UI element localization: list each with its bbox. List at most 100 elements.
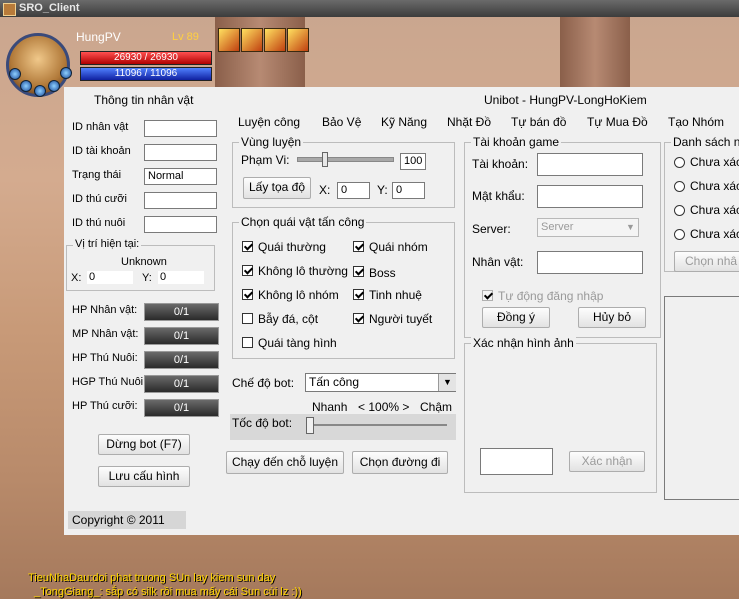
unibot-panel: Thông tin nhân vật Unibot - HungPV-LongH… (64, 87, 739, 535)
menu-orb-icon[interactable] (20, 80, 32, 92)
giant-party-checkbox[interactable] (242, 289, 253, 300)
menu-item-auto-sell[interactable]: Tự bán đồ (511, 115, 566, 129)
list-option: Chưa xác (690, 203, 739, 217)
trap-label: Bẫy đá, cột (258, 312, 319, 326)
range-slider[interactable] (297, 152, 394, 167)
list-option: Chưa xác (690, 227, 739, 241)
app-icon (3, 3, 16, 16)
speed-label: Tốc độ bot: (232, 416, 293, 430)
list-radio[interactable] (674, 181, 685, 192)
buff-icon[interactable] (241, 28, 263, 52)
password-label: Mật khẩu: (472, 189, 525, 203)
range-value-field[interactable]: 100 (400, 153, 426, 170)
captcha-group: Xác nhận hình ảnh Xác nhận (464, 336, 657, 493)
speed-slider-thumb[interactable] (306, 417, 314, 434)
elite-checkbox[interactable] (353, 289, 364, 300)
hp-pet-label: HP Thú Nuôi: (72, 352, 138, 364)
hgp-pet-bar: 0/1 (144, 375, 219, 393)
chevron-down-icon[interactable]: ▼ (438, 374, 456, 391)
menu-item-protection[interactable]: Bảo Vệ (322, 115, 361, 129)
giant-party-label: Không lô nhóm (258, 288, 339, 302)
menu-orb-icon[interactable] (48, 80, 60, 92)
zone-x-field[interactable]: 0 (337, 182, 370, 199)
left-panel-title: Thông tin nhân vật (94, 93, 194, 107)
list-panel-box (664, 296, 739, 500)
login-ok-button[interactable]: Đồng ý (482, 307, 550, 328)
zone-caption: Vùng luyện (239, 135, 304, 149)
menu-orb-icon[interactable] (9, 68, 21, 80)
snowman-label: Người tuyết (369, 312, 433, 326)
position-group: Vị trí hiện tại: Unknown X: 0 Y: 0 (66, 238, 215, 291)
speed-slider[interactable] (306, 417, 447, 434)
save-config-button[interactable]: Lưu cấu hình (98, 466, 190, 487)
go-training-spot-button[interactable]: Chạy đến chỗ luyện (226, 451, 344, 474)
auto-login-label: Tự động đăng nhập (498, 289, 604, 303)
login-cancel-button[interactable]: Hủy bỏ (578, 307, 646, 328)
choose-character-button[interactable]: Chọn nhâ (674, 251, 739, 272)
trap-checkbox[interactable] (242, 313, 253, 324)
account-id-field[interactable] (144, 144, 217, 161)
monster-normal-label: Quái thường (258, 240, 326, 254)
pet-id-field[interactable] (144, 216, 217, 233)
info-label-status: Trạng thái (72, 169, 122, 181)
buff-icon[interactable] (287, 28, 309, 52)
boss-checkbox[interactable] (353, 266, 364, 277)
captcha-caption: Xác nhận hình ảnh (471, 336, 576, 350)
buff-icon[interactable] (264, 28, 286, 52)
info-label-mount-id: ID thú cưỡi (72, 193, 127, 205)
character-name: HungPV (76, 30, 121, 44)
status-field[interactable]: Normal (144, 168, 217, 185)
menu-item-party[interactable]: Tạo Nhóm (668, 115, 724, 129)
zone-x-label: X: (319, 183, 331, 197)
chevron-down-icon[interactable]: ▼ (623, 219, 638, 236)
mp-bar: 11096 / 11096 (80, 67, 212, 81)
range-slider-thumb[interactable] (322, 152, 328, 167)
menu-item-auto-buy[interactable]: Tự Mua Đồ (587, 115, 648, 129)
menu-orb-icon[interactable] (34, 85, 46, 97)
stop-bot-button[interactable]: Dừng bot (F7) (98, 434, 190, 455)
list-option: Chưa xác (690, 155, 739, 169)
choose-path-button[interactable]: Chọn đường đi (352, 451, 448, 474)
position-map: Unknown (121, 256, 167, 268)
snowman-checkbox[interactable] (353, 313, 364, 324)
zone-y-field[interactable]: 0 (392, 182, 425, 199)
character-level: Lv 89 (172, 31, 199, 43)
server-label: Server: (472, 222, 511, 236)
list-radio[interactable] (674, 157, 685, 168)
list-radio[interactable] (674, 205, 685, 216)
main-title: Unibot - HungPV-LongHoKiem (484, 93, 647, 107)
hp-bar: 26930 / 26930 (80, 51, 212, 65)
menu-orb-icon[interactable] (60, 67, 72, 79)
auto-login-checkbox[interactable] (482, 290, 493, 301)
captcha-confirm-button[interactable]: Xác nhận (569, 451, 645, 472)
position-y-value: 0 (158, 271, 204, 284)
password-field[interactable] (537, 185, 643, 208)
menu-item-training[interactable]: Luyện công (238, 115, 300, 129)
info-label-account-id: ID tài khoản (72, 145, 131, 157)
giant-normal-checkbox[interactable] (242, 265, 253, 276)
captcha-input[interactable] (480, 448, 553, 475)
char-id-field[interactable] (144, 120, 217, 137)
position-x-value: 0 (87, 271, 133, 284)
invisible-label: Quái tàng hình (258, 336, 337, 350)
buff-icon[interactable] (218, 28, 240, 52)
boss-label: Boss (369, 266, 396, 280)
list-radio[interactable] (674, 229, 685, 240)
bot-mode-select[interactable]: Tấn công (305, 373, 456, 392)
menu-item-pickup[interactable]: Nhặt Đồ (447, 115, 491, 129)
info-label-char-id: ID nhân vật (72, 121, 129, 133)
position-y-label: Y: (142, 272, 152, 284)
speed-percent: < 100% > (358, 400, 410, 414)
account-field[interactable] (537, 153, 643, 176)
monster-normal-checkbox[interactable] (242, 241, 253, 252)
monster-party-checkbox[interactable] (353, 241, 364, 252)
chat-message: _TongGiang_: sắp có silk rồi mua mấy cái… (34, 586, 302, 598)
mount-id-field[interactable] (144, 192, 217, 209)
invisible-checkbox[interactable] (242, 337, 253, 348)
character-field[interactable] (537, 251, 643, 274)
speed-slow-label: Chậm (420, 400, 453, 414)
menu-item-skills[interactable]: Kỹ Năng (381, 115, 427, 129)
window-titlebar[interactable]: SRO_Client (0, 0, 739, 17)
get-coords-button[interactable]: Lấy tọa độ (243, 177, 311, 199)
zone-y-label: Y: (377, 183, 388, 197)
